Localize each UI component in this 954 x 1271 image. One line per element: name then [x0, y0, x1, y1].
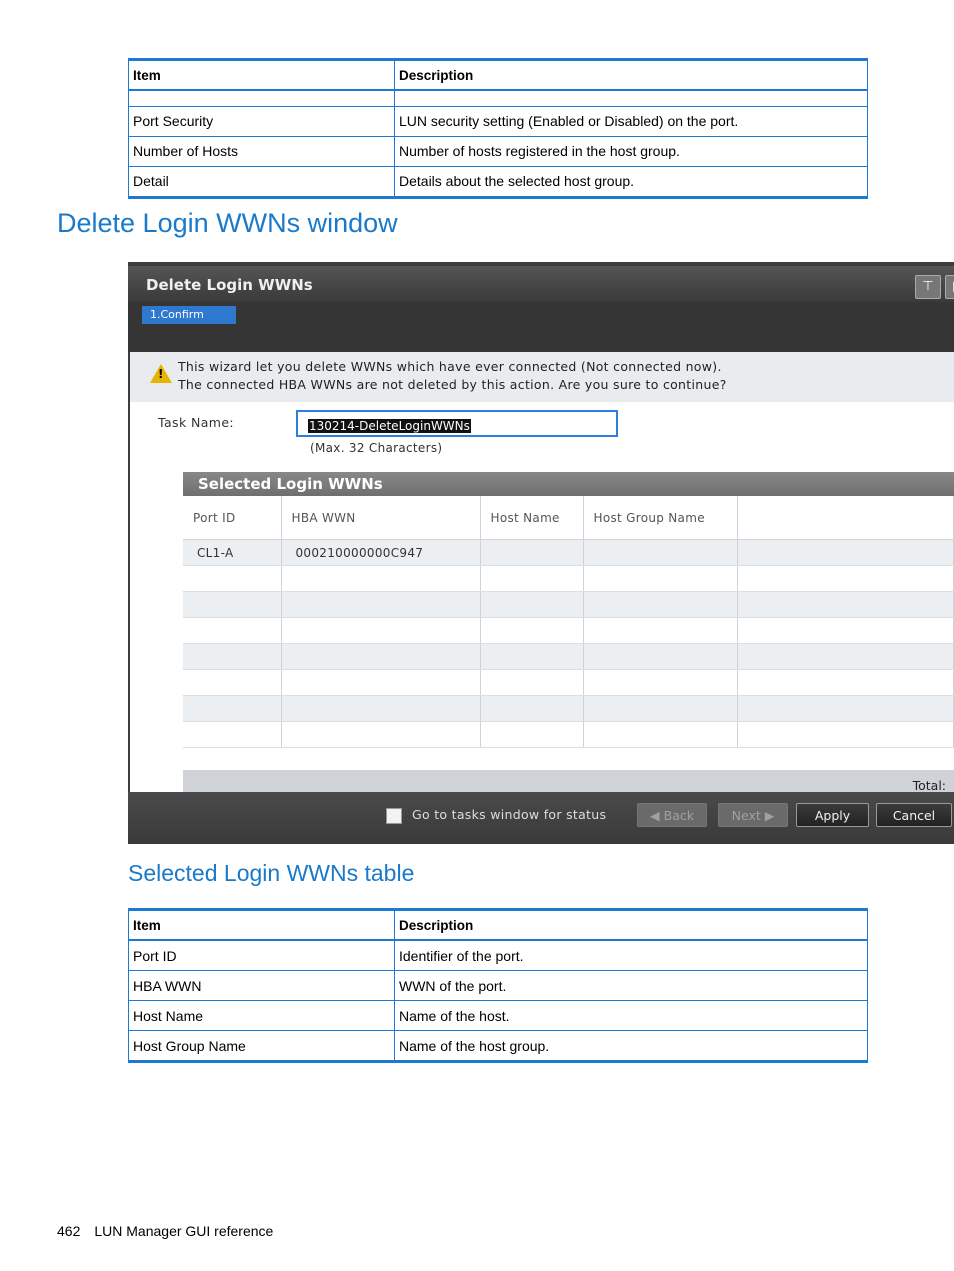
table-row: HBA WWN WWN of the port. — [128, 970, 868, 1001]
table-row: Number of Hosts Number of hosts register… — [128, 135, 868, 167]
cell-hba-wwn: 000210000000C947 — [281, 539, 481, 566]
selected-wwns-description-table: Item Description Port ID Identifier of t… — [128, 908, 868, 1063]
column-header-description: Description — [394, 908, 868, 941]
column-header-item: Item — [128, 58, 395, 91]
cancel-button[interactable]: Cancel — [876, 803, 952, 827]
empty-row — [183, 695, 954, 722]
dialog-button-bar: Go to tasks window for status ◀ Back Nex… — [128, 792, 954, 844]
go-to-tasks-label: Go to tasks window for status — [412, 807, 607, 822]
column-header-host-name[interactable]: Host Name — [480, 496, 584, 540]
dialog-title: Delete Login WWNs — [146, 276, 313, 294]
table-cell-description: Name of the host. — [394, 1000, 868, 1031]
task-name-value: 130214-DeleteLoginWWNs — [308, 419, 471, 433]
table-cell-item: Port ID — [128, 939, 395, 971]
table-cell-item: Detail — [128, 165, 395, 199]
table-row: Host Group Name Name of the host group. — [128, 1030, 868, 1063]
cell-extra — [737, 539, 954, 566]
column-header-item: Item — [128, 908, 395, 941]
empty-row — [183, 721, 954, 748]
table-cell-description: WWN of the port. — [394, 970, 868, 1001]
empty-row — [183, 565, 954, 592]
total-label: Total: — [912, 778, 946, 793]
table-row: Port Security LUN security setting (Enab… — [128, 105, 868, 137]
table-row[interactable]: CL1-A 000210000000C947 — [183, 539, 954, 566]
task-name-hint: (Max. 32 Characters) — [310, 441, 443, 455]
page-footer: 462 LUN Manager GUI reference — [57, 1223, 273, 1239]
table-cell-item: Port Security — [128, 105, 395, 137]
cell-port-id: CL1-A — [183, 539, 282, 566]
dialog-content: This wizard let you delete WWNs which ha… — [130, 352, 954, 800]
chevron-left-icon: ◀ — [650, 808, 660, 823]
warning-message: This wizard let you delete WWNs which ha… — [178, 358, 727, 394]
table-cell-description: Identifier of the port. — [394, 939, 868, 971]
table-row: Port ID Identifier of the port. — [128, 939, 868, 971]
table-cell-item — [128, 89, 395, 107]
grid-header-row: Port ID HBA WWN Host Name Host Group Nam… — [183, 496, 954, 540]
apply-button[interactable]: Apply — [796, 803, 869, 827]
back-button[interactable]: ◀ Back — [637, 803, 707, 827]
table-cell-description — [394, 89, 868, 107]
chevron-right-icon: ▶ — [764, 808, 775, 823]
table-row — [128, 89, 868, 107]
table-header-row: Item Description — [128, 908, 868, 941]
pin-icon[interactable]: ⊤ — [915, 275, 941, 299]
panel-title: Selected Login WWNs — [183, 472, 954, 496]
warning-icon — [150, 364, 172, 383]
go-to-tasks-checkbox[interactable] — [386, 808, 402, 824]
cell-host-name — [480, 539, 584, 566]
next-button[interactable]: Next ▶ — [718, 803, 788, 827]
warning-banner: This wizard let you delete WWNs which ha… — [130, 352, 954, 402]
empty-row — [183, 617, 954, 644]
column-header-extra[interactable] — [737, 496, 954, 540]
dialog-titlebar: Delete Login WWNs ⊤ □ — [128, 266, 954, 302]
task-name-label: Task Name: — [158, 415, 235, 430]
back-button-label: Back — [663, 808, 694, 823]
subsection-title: Selected Login WWNs table — [128, 860, 415, 886]
table-row: Detail Details about the selected host g… — [128, 165, 868, 199]
next-button-label: Next — [731, 808, 761, 823]
empty-row — [183, 669, 954, 696]
step-confirm: 1.Confirm — [142, 306, 236, 324]
table-cell-item: Host Group Name — [128, 1030, 395, 1063]
table-row: Host Name Name of the host. — [128, 1000, 868, 1031]
cell-host-group-name — [583, 539, 738, 566]
column-header-host-group-name[interactable]: Host Group Name — [583, 496, 738, 540]
table-cell-description: Number of hosts registered in the host g… — [394, 135, 868, 167]
selected-wwns-grid: Port ID HBA WWN Host Name Host Group Nam… — [183, 496, 954, 748]
table-cell-description: Details about the selected host group. — [394, 165, 868, 199]
warning-line-1: This wizard let you delete WWNs which ha… — [178, 359, 722, 374]
table-cell-item: Number of Hosts — [128, 135, 395, 167]
column-header-hba-wwn[interactable]: HBA WWN — [281, 496, 481, 540]
table-cell-description: LUN security setting (Enabled or Disable… — [394, 105, 868, 137]
section-title: Delete Login WWNs window — [57, 208, 398, 238]
empty-row — [183, 643, 954, 670]
table-cell-item: HBA WWN — [128, 970, 395, 1001]
maximize-icon[interactable]: □ — [945, 275, 954, 299]
warning-line-2: The connected HBA WWNs are not deleted b… — [178, 377, 727, 392]
table-header-row: Item Description — [128, 58, 868, 91]
task-name-input[interactable]: 130214-DeleteLoginWWNs — [296, 410, 618, 437]
running-title: LUN Manager GUI reference — [94, 1223, 274, 1239]
top-description-table: Item Description Port Security LUN secur… — [128, 58, 868, 199]
page-number: 462 — [57, 1223, 81, 1239]
selected-login-wwns-panel: Selected Login WWNs Port ID HBA WWN Host… — [183, 472, 954, 800]
wizard-step-bar: 1.Confirm — [128, 302, 954, 352]
column-header-port-id[interactable]: Port ID — [183, 496, 282, 540]
delete-login-wwns-dialog: Delete Login WWNs ⊤ □ 1.Confirm This wiz… — [128, 262, 954, 844]
table-cell-description: Name of the host group. — [394, 1030, 868, 1063]
column-header-description: Description — [394, 58, 868, 91]
empty-row — [183, 591, 954, 618]
table-cell-item: Host Name — [128, 1000, 395, 1031]
